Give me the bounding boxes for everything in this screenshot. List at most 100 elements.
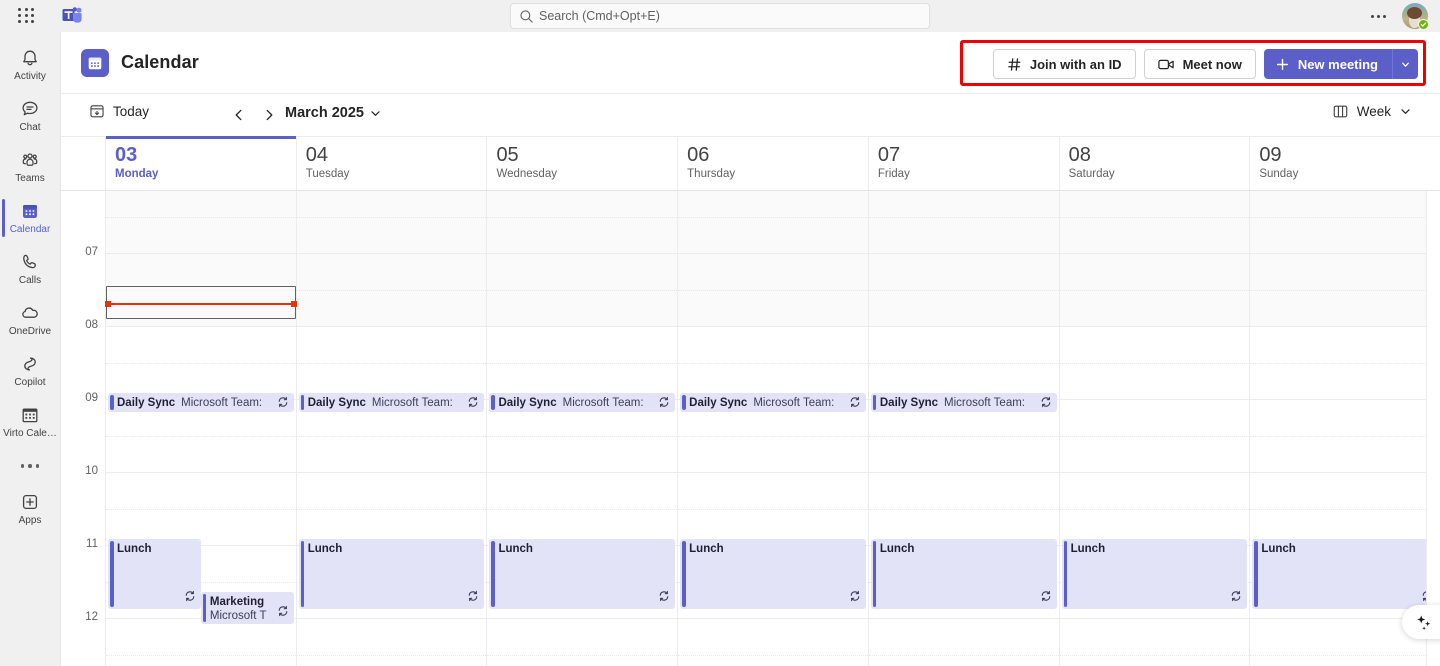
calendar-event[interactable]: Lunch — [298, 539, 485, 609]
calendar-event[interactable]: Daily Sync Microsoft Team: — [870, 393, 1057, 412]
sidebar-item-label: Chat — [19, 122, 41, 133]
half-hour-gridline — [868, 216, 1059, 218]
half-hour-gridline — [487, 654, 678, 656]
calendar-event[interactable]: Marketing Microsoft T — [200, 592, 294, 624]
calendar-event[interactable]: Daily Sync Microsoft Team: — [298, 393, 485, 412]
calendar-event[interactable]: Daily Sync Microsoft Team: — [680, 393, 866, 412]
grid-scrollbar[interactable] — [1426, 191, 1440, 666]
calendar-grid[interactable]: 07 08 09 10 11 12 Daily Sync Microsoft Team: Lu… — [61, 191, 1440, 666]
day-column-friday[interactable]: Daily Sync Microsoft Team: Lunch — [867, 191, 1059, 666]
calendar-event[interactable]: Lunch — [1252, 539, 1439, 609]
sidebar-item-apps[interactable]: Apps — [2, 484, 58, 534]
hour-gridline — [868, 472, 1059, 473]
half-hour-gridline — [106, 216, 296, 218]
copilot-sparkle-button[interactable] — [1402, 605, 1440, 639]
view-selector[interactable]: Week — [1332, 103, 1412, 120]
event-title: Lunch — [498, 543, 533, 555]
calendar-event[interactable]: Lunch — [870, 539, 1057, 609]
top-bar: Search (Cmd+Opt+E) — [0, 0, 1440, 32]
meet-now-button[interactable]: Meet now — [1143, 49, 1256, 79]
top-bar-more-icon[interactable] — [1370, 9, 1386, 23]
day-column-saturday[interactable]: Lunch — [1058, 191, 1250, 666]
hour-gridline — [1250, 253, 1440, 254]
new-meeting-dropdown-button[interactable] — [1392, 49, 1418, 79]
half-hour-gridline — [487, 435, 678, 437]
half-hour-gridline — [868, 435, 1059, 437]
sidebar-item-copilot[interactable]: Copilot — [2, 346, 58, 396]
day-header-thursday[interactable]: 06 Thursday — [677, 137, 868, 190]
event-title: Lunch — [689, 543, 724, 555]
page-title: Calendar — [121, 52, 199, 72]
calendar-event[interactable]: Lunch — [680, 539, 866, 609]
half-hour-gridline — [106, 362, 296, 364]
half-hour-gridline — [678, 435, 868, 437]
day-number: 09 — [1259, 144, 1282, 166]
day-header-friday[interactable]: 07 Friday — [867, 137, 1059, 190]
join-with-id-button[interactable]: Join with an ID — [992, 49, 1136, 79]
hour-gridline — [106, 326, 296, 327]
hour-gridline — [678, 253, 868, 254]
hour-gridline — [1059, 472, 1250, 473]
event-title: Daily Sync — [307, 397, 366, 409]
day-header-tuesday[interactable]: 04 Tuesday — [295, 137, 487, 190]
day-column-thursday[interactable]: Daily Sync Microsoft Team: Lunch — [677, 191, 868, 666]
half-hour-gridline — [296, 362, 487, 364]
sidebar-item-label: Apps — [18, 515, 42, 526]
event-title: Daily Sync — [498, 397, 557, 409]
sidebar-item-chat[interactable]: Chat — [2, 91, 58, 141]
period-chevron-down-icon[interactable] — [369, 107, 382, 125]
hour-gridline — [1059, 253, 1250, 254]
day-column-wednesday[interactable]: Daily Sync Microsoft Team: Lunch — [486, 191, 678, 666]
non-working-hours-band — [678, 191, 868, 326]
sidebar-more-apps-icon[interactable] — [2, 448, 58, 484]
recurring-event-icon — [849, 396, 861, 412]
day-header-sunday[interactable]: 09 Sunday — [1249, 137, 1440, 190]
previous-period-button[interactable] — [227, 103, 251, 127]
search-icon — [519, 9, 534, 24]
calendar-event[interactable]: Daily Sync Microsoft Team: — [489, 393, 676, 412]
sidebar-item-activity[interactable]: Activity — [2, 40, 58, 90]
sidebar-item-onedrive[interactable]: OneDrive — [2, 295, 58, 345]
sidebar-item-calendar[interactable]: Calendar — [2, 193, 58, 243]
half-hour-gridline — [487, 362, 678, 364]
drag-handle-dot[interactable] — [105, 300, 111, 307]
new-meeting-button[interactable]: New meeting — [1263, 49, 1392, 79]
recurring-event-icon — [849, 590, 861, 606]
half-hour-gridline — [106, 435, 296, 437]
sidebar-item-virto-calendar[interactable]: Virto Cale… — [2, 397, 58, 447]
left-nav-rail: Activity Chat Teams Calendar Calls OneDr… — [0, 32, 61, 666]
half-hour-gridline — [487, 289, 678, 291]
day-name: Saturday — [1068, 168, 1115, 180]
calendar-event[interactable]: Lunch — [489, 539, 676, 609]
calendar-event[interactable]: Lunch — [108, 539, 201, 609]
sidebar-item-label: Calendar — [9, 224, 51, 235]
today-button[interactable]: Today — [89, 103, 149, 119]
recurring-event-icon — [467, 590, 479, 606]
calendar-event[interactable]: Lunch — [1061, 539, 1248, 609]
day-header-saturday[interactable]: 08 Saturday — [1058, 137, 1250, 190]
day-column-sunday[interactable]: Lunch — [1249, 191, 1440, 666]
hour-gridline — [296, 253, 487, 254]
sidebar-item-teams[interactable]: Teams — [2, 142, 58, 192]
hour-gridline — [487, 326, 678, 327]
day-header-monday[interactable]: 03 Monday — [105, 136, 296, 190]
current-period-label[interactable]: March 2025 — [285, 105, 364, 121]
sidebar-item-calls[interactable]: Calls — [2, 244, 58, 294]
search-bar[interactable]: Search (Cmd+Opt+E) — [510, 3, 930, 29]
app-launcher-icon[interactable] — [18, 8, 36, 24]
half-hour-gridline — [678, 289, 868, 291]
search-input-container[interactable]: Search (Cmd+Opt+E) — [510, 3, 930, 29]
event-title: Lunch — [117, 543, 152, 555]
hour-gridline — [487, 253, 678, 254]
day-column-monday[interactable]: Daily Sync Microsoft Team: Lunch Marketing M… — [105, 191, 297, 666]
calendar-event[interactable]: Daily Sync Microsoft Team: — [108, 393, 294, 412]
day-header-wednesday[interactable]: 05 Wednesday — [486, 137, 677, 190]
drag-handle-dot[interactable] — [290, 300, 297, 307]
join-with-id-label: Join with an ID — [1029, 56, 1122, 72]
hour-gridline — [296, 618, 487, 619]
hour-label: 11 — [86, 538, 98, 550]
next-period-button[interactable] — [257, 103, 281, 127]
half-hour-gridline — [487, 508, 678, 510]
day-column-tuesday[interactable]: Daily Sync Microsoft Team: Lunch — [295, 191, 487, 666]
avatar[interactable] — [1402, 3, 1429, 30]
